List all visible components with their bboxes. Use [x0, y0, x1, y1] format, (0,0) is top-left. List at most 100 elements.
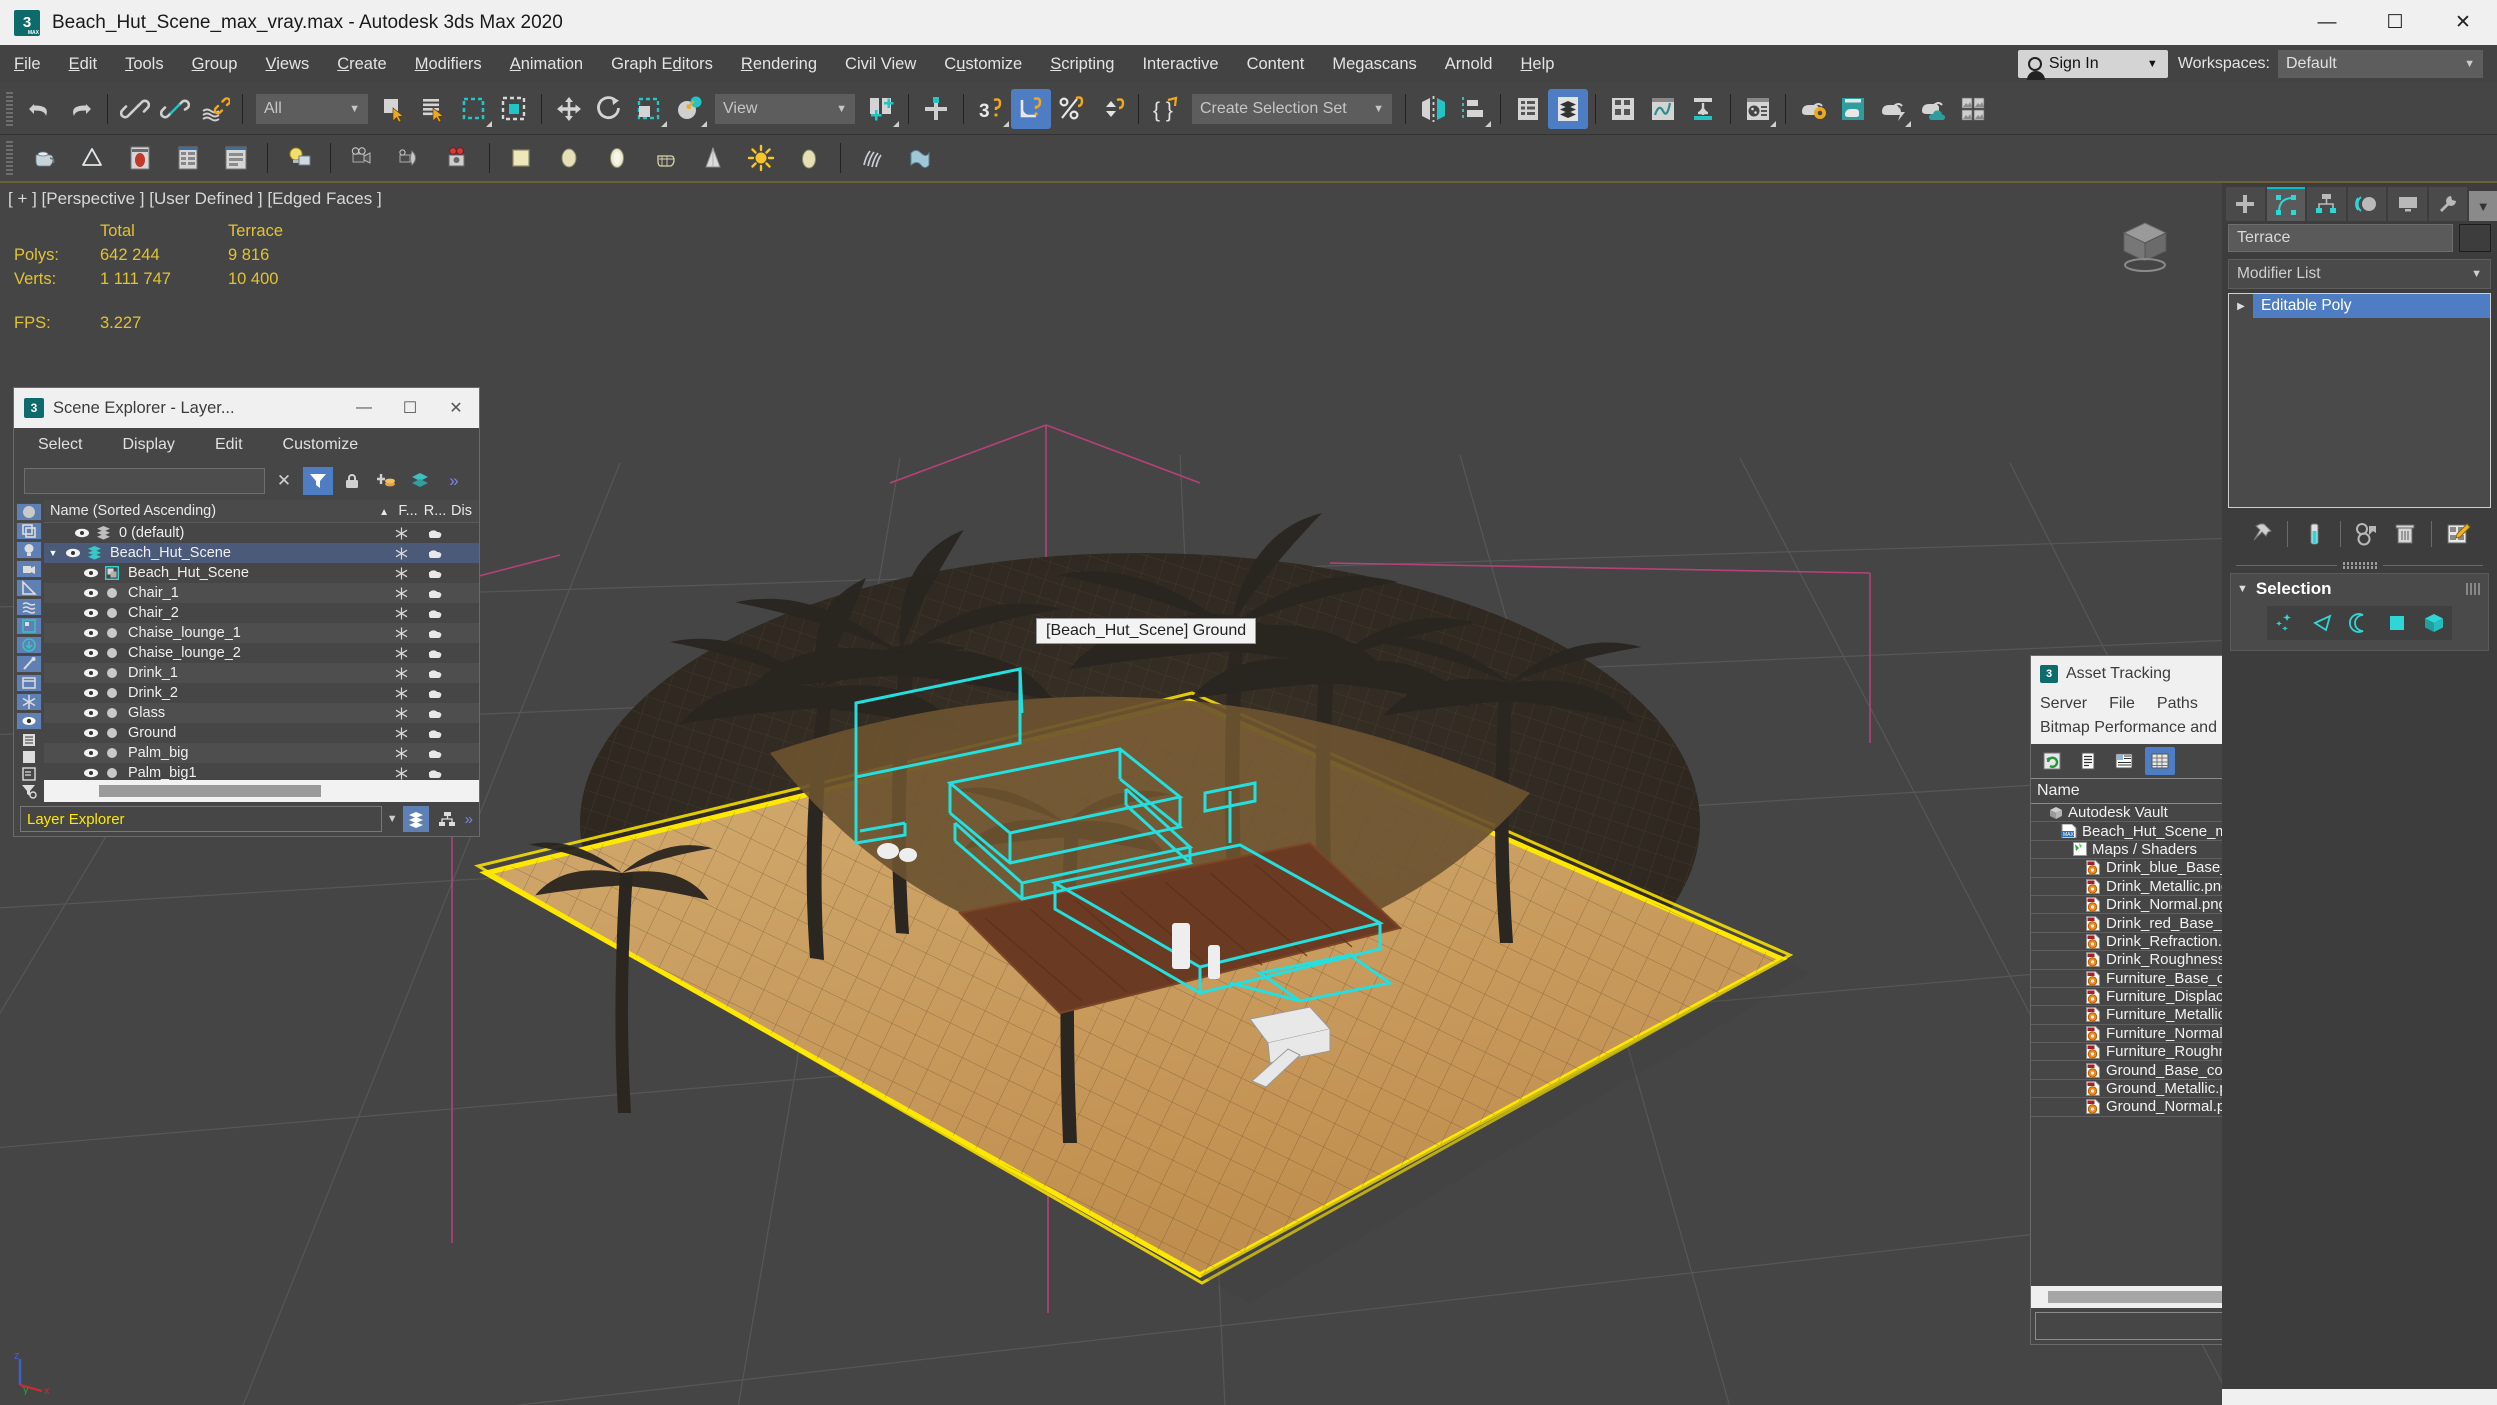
expand-arrow-icon[interactable]: ▶ [2229, 294, 2253, 318]
scene-explorer-row[interactable]: Chair_2 [44, 603, 479, 623]
filter-helpers-icon[interactable] [16, 579, 42, 597]
eye-icon[interactable] [71, 527, 93, 539]
scrollbar-thumb[interactable] [2048, 1291, 2236, 1303]
add-layer-icon[interactable] [371, 467, 401, 495]
layer-explorer-button[interactable] [1508, 89, 1548, 129]
freeze-icon[interactable] [395, 607, 421, 620]
detail-view-icon[interactable] [2109, 747, 2139, 775]
panel-resize-handle[interactable] [2222, 556, 2497, 571]
scene-explorer-button[interactable] [1548, 88, 1588, 129]
cone-object-button[interactable] [689, 138, 737, 178]
scene-explorer-row[interactable]: Glass [44, 703, 479, 723]
sign-in-button[interactable]: Sign In ▼ [2017, 50, 2168, 80]
eye-icon[interactable] [80, 747, 102, 759]
menu-civil-view[interactable]: Civil View [831, 51, 930, 78]
scene-explorer-row[interactable]: Chaise_lounge_1 [44, 623, 479, 643]
properties-panel-button[interactable] [212, 138, 260, 178]
scene-explorer-window[interactable]: 3 Scene Explorer - Layer... — ☐ ✕ Select… [13, 387, 480, 837]
column-header-render[interactable]: R... [421, 503, 449, 519]
menu-group[interactable]: Group [178, 51, 252, 78]
vertex-icon[interactable] [2271, 609, 2301, 637]
material-sample-button[interactable] [116, 138, 164, 178]
eye-icon[interactable] [80, 567, 102, 579]
select-and-link-button[interactable] [115, 89, 155, 129]
freeze-icon[interactable] [395, 747, 421, 760]
eye-icon[interactable] [80, 707, 102, 719]
overflow-icon[interactable]: » [465, 811, 473, 828]
refresh-icon[interactable] [2037, 747, 2067, 775]
select-and-manipulate-button[interactable] [916, 89, 956, 129]
selection-rollout-header[interactable]: ▼ Selection [2231, 574, 2488, 604]
scene-explorer-row[interactable]: Drink_2 [44, 683, 479, 703]
freeze-icon[interactable] [395, 647, 421, 660]
eye-icon[interactable] [80, 587, 102, 599]
modifier-stack[interactable]: ▶ Editable Poly [2228, 293, 2491, 508]
clear-search-icon[interactable]: ✕ [269, 467, 299, 495]
freeze-icon[interactable] [395, 587, 421, 600]
filter-shapes-icon[interactable] [16, 522, 42, 540]
filter-settings-icon[interactable] [16, 783, 42, 799]
view-list-icon[interactable] [16, 732, 42, 748]
eye-icon[interactable] [80, 607, 102, 619]
create-tab[interactable] [2226, 187, 2265, 221]
schematic-view-button[interactable] [1683, 89, 1723, 129]
scene-explorer-row[interactable]: Palm_big1 [44, 763, 479, 780]
camera-free-button[interactable] [386, 138, 434, 178]
utilities-tab[interactable] [2428, 187, 2468, 221]
menu-views[interactable]: Views [251, 51, 323, 78]
filter-hidden-icon[interactable] [16, 712, 42, 730]
expand-arrow-icon[interactable]: ▼ [44, 548, 62, 558]
geosphere-button[interactable] [68, 138, 116, 178]
open-asset-tracking-button[interactable] [1953, 89, 1993, 129]
spinner-snap-toggle-button[interactable] [1091, 89, 1131, 129]
renderable-icon[interactable] [421, 568, 449, 579]
eye-icon[interactable] [80, 767, 102, 779]
remove-modifier-icon[interactable] [2388, 517, 2422, 551]
modifier-stack-item[interactable]: ▶ Editable Poly [2229, 294, 2490, 318]
scene-explorer-menu-customize[interactable]: Customize [283, 436, 359, 454]
freeze-icon[interactable] [395, 667, 421, 680]
maximize-button[interactable]: ☐ [2361, 0, 2429, 45]
selection-filter-select[interactable]: All ▼ [256, 93, 368, 124]
named-selection-sets-combo[interactable]: Create Selection Set ▼ [1192, 93, 1392, 124]
freeze-icon[interactable] [395, 547, 421, 560]
filter-lights-icon[interactable] [16, 541, 42, 559]
eye-icon[interactable] [80, 727, 102, 739]
filter-xrefs-icon[interactable] [16, 636, 42, 654]
border-icon[interactable] [2345, 609, 2375, 637]
freeze-icon[interactable] [395, 567, 421, 580]
workspace-select[interactable]: Default ▼ [2278, 50, 2483, 78]
menu-scripting[interactable]: Scripting [1036, 51, 1128, 78]
chevron-down-icon[interactable]: ▼ [387, 813, 398, 825]
renderable-icon[interactable] [421, 608, 449, 619]
render-setup-button[interactable] [1793, 89, 1833, 129]
capsule-object-button[interactable] [593, 138, 641, 178]
scene-explorer-row[interactable]: Chair_1 [44, 583, 479, 603]
menu-file[interactable]: File [0, 51, 55, 78]
select-by-name-button[interactable] [414, 89, 454, 129]
menu-animation[interactable]: Animation [496, 51, 597, 78]
unlink-selection-button[interactable] [155, 89, 195, 129]
column-header-display[interactable]: Dis [449, 503, 479, 519]
chevron-down-icon[interactable]: ▼ [2469, 191, 2497, 221]
rectangular-selection-region-button[interactable] [454, 89, 494, 129]
scene-explorer-minimize-button[interactable]: — [341, 388, 387, 428]
renderable-icon[interactable] [421, 748, 449, 759]
menu-rendering[interactable]: Rendering [727, 51, 831, 78]
mirror-button[interactable] [1413, 89, 1453, 129]
filter-geometry-icon[interactable] [16, 503, 42, 521]
view-solid-icon[interactable] [16, 749, 42, 765]
freeze-icon[interactable] [395, 727, 421, 740]
list-view-button[interactable] [164, 138, 212, 178]
sun-light-button[interactable] [737, 138, 785, 178]
configure-modifier-sets-icon[interactable] [2441, 517, 2475, 551]
cloth-modifier-button[interactable] [896, 138, 944, 178]
scene-explorer-row[interactable]: Chaise_lounge_2 [44, 643, 479, 663]
filter-frozen-icon[interactable] [16, 693, 42, 711]
camera-physical-button[interactable] [434, 138, 482, 178]
view-cube[interactable] [2114, 215, 2176, 277]
scene-explorer-search-input[interactable] [24, 468, 265, 494]
filter-containers-icon[interactable] [16, 674, 42, 692]
curve-editor-button[interactable] [1643, 89, 1683, 129]
freeze-icon[interactable] [395, 627, 421, 640]
